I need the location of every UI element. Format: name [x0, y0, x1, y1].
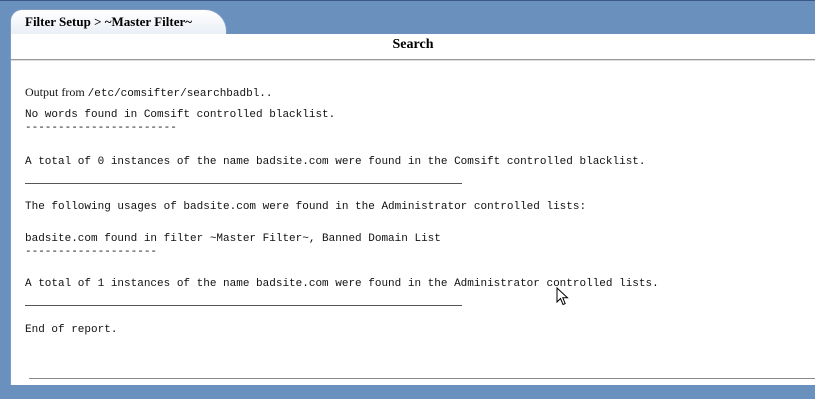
no-words-line: No words found in Comsift controlled bla…	[25, 109, 336, 121]
dashes-divider-1: -----------------------	[25, 122, 177, 134]
window-frame: Filter Setup > ~Master Filter~ Search Ou…	[0, 0, 815, 399]
section-rule-2	[25, 305, 462, 306]
section-rule-1	[25, 183, 462, 184]
tab-filter-setup[interactable]: Filter Setup > ~Master Filter~	[10, 9, 228, 35]
mouse-pointer-icon	[556, 287, 569, 306]
bottom-divider	[29, 378, 815, 379]
tab-label: Filter Setup > ~Master Filter~	[25, 14, 193, 29]
panel-title: Search	[392, 37, 434, 52]
title-divider	[11, 59, 815, 61]
output-prefix: Output from	[25, 85, 88, 99]
total-comsift-line: A total of 0 instances of the name badsi…	[25, 156, 646, 168]
end-of-report-line: End of report.	[25, 324, 118, 336]
search-panel: Search Output from /etc/comsifter/search…	[10, 34, 815, 385]
admin-usages-line: The following usages of badsite.com were…	[25, 201, 587, 213]
output-path: /etc/comsifter/searchbadbl..	[87, 88, 273, 100]
dashes-divider-2: --------------------	[25, 246, 158, 258]
output-source-line: Output from /etc/comsifter/searchbadbl..	[25, 85, 273, 101]
found-in-filter-line: badsite.com found in filter ~Master Filt…	[25, 233, 441, 245]
